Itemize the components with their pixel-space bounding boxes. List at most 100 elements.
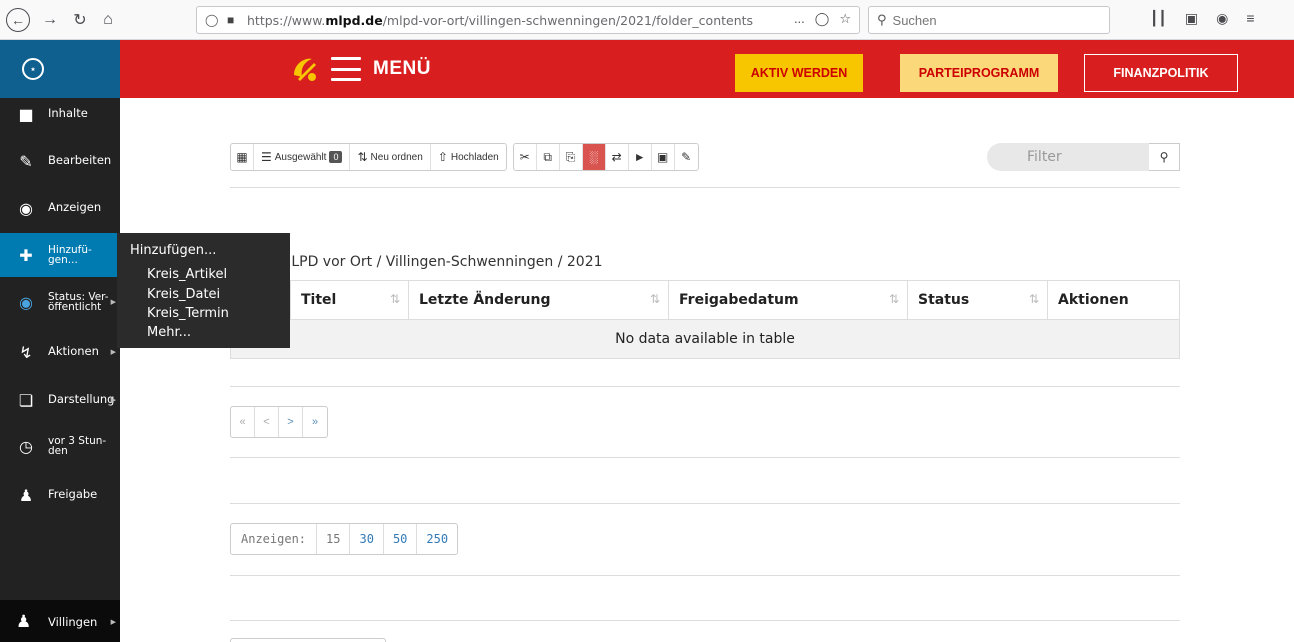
page-size-label: Anzeigen: (231, 524, 318, 554)
add-menu-title[interactable]: Hinzufügen... (130, 243, 216, 258)
filter-input[interactable]: Filter (987, 143, 1149, 171)
reload-icon[interactable]: ↻ (68, 8, 92, 32)
sidebar-item-add[interactable]: ✚ Hinzufü-gen... (0, 233, 120, 277)
page-size-250[interactable]: 250 (417, 524, 457, 554)
users-icon: ♟ (18, 485, 34, 505)
page-size-selector: Anzeigen: 15 30 50 250 (230, 523, 459, 555)
hamburger-icon[interactable] (331, 57, 361, 81)
selected-button[interactable]: ☰ Ausgewählt 0 (254, 144, 351, 170)
sort-icon: ⇅ (357, 150, 368, 164)
forward-icon[interactable]: → (38, 8, 62, 32)
plus-icon: ✚ (19, 245, 33, 265)
filter-box: Filter ⚲ (987, 143, 1180, 171)
library-icon[interactable]: ┃┃ (1150, 10, 1167, 27)
copy-icon[interactable]: ⧉ (537, 144, 560, 170)
sort-icon: ⇅ (888, 292, 899, 306)
sidebar-item-status[interactable]: ◉ Status: Ver-öffentlicht ▶ (0, 280, 120, 324)
menu-label[interactable]: MENÜ (373, 58, 431, 80)
shield-icon[interactable]: ◯ (205, 13, 219, 27)
site-brand[interactable]: MENÜ (287, 52, 431, 86)
cut-icon[interactable]: ✂ (514, 144, 537, 170)
bookmark-star-icon[interactable]: ☆ (839, 11, 851, 27)
table-header: Titel ⇅ Letzte Änderung ⇅ Freigabedatum ⇅ S… (230, 280, 1180, 320)
lock-icon[interactable]: ▣ (652, 144, 675, 170)
divider (230, 187, 1180, 188)
page-size-15[interactable]: 15 (317, 524, 351, 554)
parteiprogramm-button[interactable]: PARTEIPROGRAMM (900, 54, 1058, 92)
next-page-button[interactable]: > (279, 407, 303, 437)
url-actions: ... ◯ ☆ (794, 11, 851, 27)
contents-toolbar: ▦ ☰ Ausgewählt 0 ⇅ Neu ordnen ⇧ Hochladen ✂ … (230, 143, 699, 171)
sidebar-user[interactable]: ♟ Villingen ▶ (0, 600, 120, 642)
paste-icon[interactable]: ⎘ (560, 144, 583, 170)
lock-icon[interactable]: ■ (227, 13, 241, 27)
reorder-label: Neu ordnen (370, 151, 423, 163)
add-kreis-artikel[interactable]: Kreis_Artikel (147, 267, 227, 282)
page-size-50[interactable]: 50 (384, 524, 418, 554)
selected-label: Ausgewählt (274, 151, 327, 163)
empty-message: No data available in table (615, 331, 795, 347)
sidebar-item-label: Bearbeiten (48, 153, 112, 168)
page-size-30[interactable]: 30 (350, 524, 384, 554)
divider (230, 620, 1180, 621)
search-icon[interactable]: ⚲ (1149, 143, 1180, 171)
column-title[interactable]: Titel ⇅ (291, 281, 409, 319)
url-text[interactable]: https://www.mlpd.de/mlpd-vor-ort/villing… (247, 13, 753, 28)
sidebar-item-view[interactable]: ◉ Anzeigen (0, 186, 120, 230)
table-empty-row: No data available in table (230, 320, 1180, 359)
more-icon[interactable]: ... (794, 11, 805, 27)
pencil-icon: ✎ (19, 151, 33, 171)
sidebar-item-actions[interactable]: ↯ Aktionen ▶ (0, 330, 120, 374)
toolbar-logo[interactable]: ⋆ (0, 40, 120, 98)
url-bar[interactable]: ◯ ■ https://www.mlpd.de/mlpd-vor-ort/vil… (196, 6, 860, 34)
sidebar-icon[interactable]: ▣ (1185, 10, 1198, 27)
sidebar-item-label: Darstellung (48, 392, 115, 407)
first-page-button[interactable]: « (231, 407, 255, 437)
sidebar-item-contents[interactable]: ■ Inhalte (0, 92, 120, 136)
plone-logo-icon[interactable]: ⋆ (22, 58, 44, 80)
pagination: « < > » (230, 406, 328, 438)
chevron-right-icon: ▶ (110, 618, 116, 626)
add-more[interactable]: Mehr... (147, 325, 191, 340)
delete-icon[interactable]: ░ (582, 144, 606, 170)
add-kreis-datei[interactable]: Kreis_Datei (147, 287, 220, 302)
sidebar-item-sharing[interactable]: ♟ Freigabe (0, 473, 120, 517)
rename-icon[interactable]: ⇄ (606, 144, 629, 170)
divider (230, 386, 1180, 387)
sidebar-item-edit[interactable]: ✎ Bearbeiten (0, 139, 120, 183)
add-menu-popup: Hinzufügen... Kreis_Artikel Kreis_Datei … (117, 233, 290, 348)
hammer-sickle-logo-icon[interactable] (287, 52, 321, 86)
reorder-button[interactable]: ⇅ Neu ordnen (350, 144, 431, 170)
pocket-icon[interactable]: ◯ (815, 11, 830, 27)
browser-right-icons: ┃┃ ▣ ◉ ≡ (1150, 10, 1254, 27)
globe-icon: ◉ (19, 292, 33, 312)
column-effective[interactable]: Freigabedatum ⇅ (669, 281, 908, 319)
grid-toggle-icon[interactable]: ▦ (231, 144, 254, 170)
tags-icon[interactable]: ► (629, 144, 652, 170)
column-modified[interactable]: Letzte Änderung ⇅ (409, 281, 669, 319)
prev-page-button[interactable]: < (255, 407, 279, 437)
sort-icon: ⇅ (389, 292, 400, 306)
home-icon[interactable]: ⌂ (96, 8, 120, 32)
search-input[interactable]: ⚲ Suchen (868, 6, 1110, 34)
column-status[interactable]: Status ⇅ (908, 281, 1048, 319)
folder-icon: ■ (18, 104, 34, 124)
upload-icon: ⇧ (437, 150, 448, 164)
sidebar-item-history[interactable]: ◷ vor 3 Stun-den (0, 424, 120, 468)
display-icon: ❏ (18, 390, 34, 410)
user-icon: ♟ (16, 612, 32, 632)
sidebar-item-label: Aktionen (48, 344, 99, 359)
sidebar-item-display[interactable]: ❏ Darstellung ▶ (0, 378, 120, 422)
column-actions: Aktionen (1048, 281, 1179, 319)
add-kreis-termin[interactable]: Kreis_Termin (147, 306, 229, 321)
aktiv-werden-button[interactable]: AKTIV WERDEN (735, 54, 863, 92)
bottom-control (230, 638, 386, 642)
properties-icon[interactable]: ✎ (675, 144, 698, 170)
account-icon[interactable]: ◉ (1216, 10, 1228, 27)
upload-button[interactable]: ⇧ Hochladen (431, 144, 506, 170)
menu-icon[interactable]: ≡ (1246, 10, 1254, 27)
last-page-button[interactable]: » (303, 407, 327, 437)
back-icon[interactable]: ← (6, 8, 30, 32)
eye-icon: ◉ (19, 198, 33, 218)
finanzpolitik-button[interactable]: FINANZPOLITIK (1084, 54, 1238, 92)
